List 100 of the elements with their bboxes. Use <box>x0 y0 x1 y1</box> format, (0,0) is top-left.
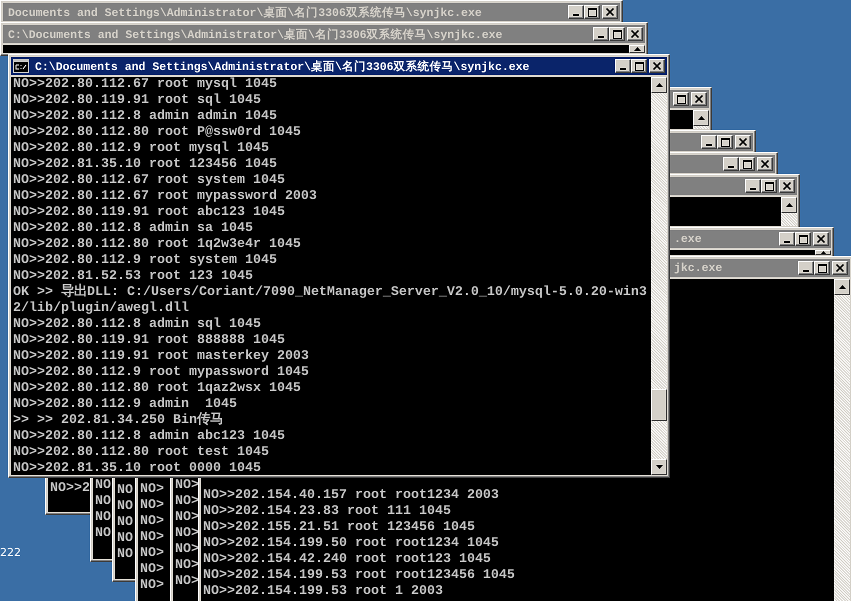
maximize-button[interactable] <box>717 135 733 149</box>
scrollbar[interactable] <box>834 279 850 601</box>
console-line: NO> <box>140 482 164 498</box>
close-button[interactable] <box>691 92 707 106</box>
console-line: NO <box>117 547 133 563</box>
close-button[interactable] <box>735 135 751 149</box>
maximize-icon <box>798 234 808 244</box>
maximize-icon <box>612 30 622 38</box>
console-line: NO> <box>140 562 164 578</box>
console-line: NO>>202.80.112.80 root 1q2w3e4r 1045 <box>13 237 301 253</box>
close-button[interactable] <box>757 157 773 171</box>
maximize-button[interactable] <box>739 157 755 171</box>
console-line: NO> <box>175 558 199 574</box>
scroll-up-button[interactable] <box>815 250 831 255</box>
console-line: NO>>202.80.112.80 root test 1045 <box>13 445 269 461</box>
close-button[interactable] <box>813 232 829 246</box>
scroll-down-button[interactable] <box>651 459 667 475</box>
console-line: NO>>202.80.112.67 root mypassword 2003 <box>13 189 317 205</box>
console-line: NO>>202.80.112.9 root system 1045 <box>13 253 277 269</box>
window-title: C:\Documents and Settings\Administrator\桌面\名门3306双系统传马\synjkc.exe <box>35 59 530 74</box>
close-button[interactable] <box>602 5 618 19</box>
close-button[interactable] <box>779 179 795 193</box>
console-line: NO>>202.80.112.67 root system 1045 <box>13 173 285 189</box>
up-arrow-icon <box>820 251 826 254</box>
console-line: NO> <box>175 510 199 526</box>
down-arrow-icon <box>656 465 662 469</box>
console-line: NO>>202.80.112.67 root mysql 1045 <box>13 77 277 93</box>
console-line: NO>>202.154.42.240 root root123 1045 <box>203 552 491 568</box>
scroll-up-button[interactable] <box>651 77 667 93</box>
console-line: NO> <box>140 498 164 514</box>
console-line: NO <box>95 494 111 510</box>
minimize-button[interactable] <box>568 5 584 19</box>
scrollbar[interactable] <box>781 197 797 226</box>
up-arrow-icon <box>634 47 640 51</box>
close-button[interactable] <box>627 27 643 41</box>
window-title: Documents and Settings\Administrator\桌面\名门3306双系统传马\synjkc.exe <box>8 5 482 20</box>
scrollbar[interactable] <box>651 77 667 475</box>
minimize-button[interactable] <box>723 157 739 171</box>
close-button[interactable] <box>649 59 665 73</box>
minimize-button[interactable] <box>593 27 609 41</box>
console-line: NO>>202.80.112.9 root mypassword 1045 <box>13 365 309 381</box>
maximize-icon <box>742 160 752 168</box>
maximize-icon <box>818 264 826 272</box>
console-line: NO>>202.81.35.10 root 0000 1045 <box>13 461 261 475</box>
maximize-button[interactable] <box>673 92 689 106</box>
scroll-up-button[interactable] <box>781 197 797 213</box>
console-line: NO <box>117 499 133 515</box>
scroll-up-button[interactable] <box>693 110 709 126</box>
console-line: NO <box>95 526 111 542</box>
console-line: OK >> 导出DLL: C:/Users/Coriant/7090_NetManager_Server_V2.0_10/mysql-5.0.20-win3 <box>13 285 647 301</box>
close-button[interactable] <box>832 261 848 275</box>
maximize-button[interactable] <box>631 59 647 73</box>
close-icon <box>606 8 614 16</box>
maximize-icon <box>588 8 596 16</box>
scroll-up-button[interactable] <box>834 279 850 295</box>
scroll-thumb[interactable] <box>651 389 667 421</box>
console-line: NO> <box>175 542 199 558</box>
close-icon <box>631 30 639 38</box>
console-line: NO> <box>140 530 164 546</box>
console-line: NO>>202.80.112.8 admin sql 1045 <box>13 317 261 333</box>
console-line: NO <box>95 478 111 494</box>
minimize-button[interactable] <box>745 179 761 193</box>
console-icon <box>13 59 29 73</box>
console-line: NO <box>95 510 111 526</box>
maximize-button[interactable] <box>609 27 625 41</box>
console-line: NO <box>117 483 133 499</box>
maximize-icon <box>676 94 686 104</box>
maximize-button[interactable] <box>795 232 811 246</box>
maximize-icon <box>720 138 730 146</box>
console-line: NO>>202.80.112.9 root mysql 1045 <box>13 141 269 157</box>
maximize-icon <box>764 182 774 190</box>
close-icon <box>836 264 844 272</box>
minimize-button[interactable] <box>615 59 631 73</box>
minimize-button[interactable] <box>701 135 717 149</box>
close-icon <box>739 138 747 146</box>
scroll-up-button[interactable] <box>629 45 645 53</box>
console-line: NO>>202.81.52.53 root 123 1045 <box>13 269 253 284</box>
window-title: C:\Documents and Settings\Administrator\桌面\名门3306双系统传马\synjkc.exe <box>8 27 502 42</box>
maximize-button[interactable] <box>761 179 777 193</box>
console-line: NO>>202.154.23.83 root 111 1045 <box>203 504 451 520</box>
console-line: NO>>202.80.112.80 root 1qaz2wsx 1045 <box>13 381 301 397</box>
console-line: NO> <box>140 514 164 530</box>
console-line: NO> <box>175 526 199 542</box>
console-line: NO>>202.80.112.9 admin 1045 <box>13 397 237 412</box>
console-line: NO> <box>175 494 199 510</box>
console-line: NO> <box>140 578 164 594</box>
close-icon <box>783 182 791 190</box>
scrollbar[interactable] <box>693 110 709 129</box>
console-line: NO>>202.81.35.10 root 123456 1045 <box>13 157 277 173</box>
console-line: NO>>202.80.119.91 root masterkey 2003 <box>13 349 309 365</box>
console-line: 2/lib/plugin/awegl.dll <box>13 301 189 317</box>
console-line: NO>>202.80.112.8 admin sa 1045 <box>13 221 253 237</box>
console-line: NO>>202.80.119.91 root abc123 1045 <box>13 205 285 221</box>
console-line: NO <box>117 515 133 531</box>
close-icon <box>695 95 703 103</box>
maximize-button[interactable] <box>814 261 830 275</box>
minimize-button[interactable] <box>798 261 814 275</box>
maximize-button[interactable] <box>584 5 600 19</box>
console-line: NO <box>117 531 133 547</box>
minimize-button[interactable] <box>779 232 795 246</box>
